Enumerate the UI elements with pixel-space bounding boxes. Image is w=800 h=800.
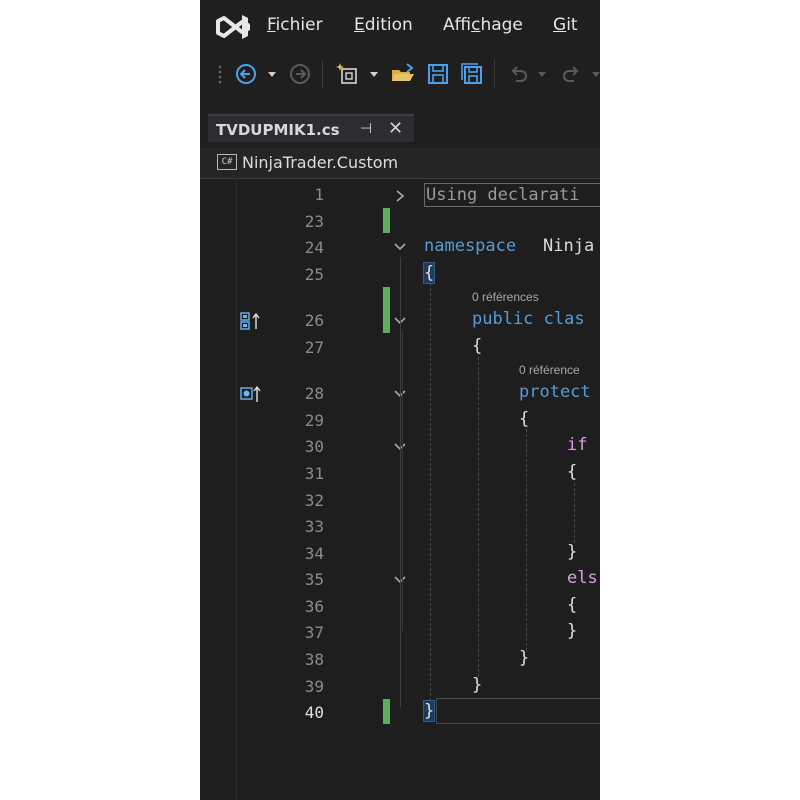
- else-close-brace: }: [567, 621, 578, 641]
- document-tab-bar: TVDUPMIK1.cs ⊣ ✕: [200, 112, 600, 144]
- codelens-references[interactable]: 0 référence: [519, 363, 580, 377]
- navigate-forward-icon[interactable]: [288, 62, 312, 86]
- navigate-back-icon[interactable]: [234, 62, 258, 86]
- if-keyword: if: [567, 435, 588, 455]
- dropdown-arrow-icon[interactable]: [536, 62, 548, 86]
- namespace-name: Ninja: [543, 236, 595, 256]
- line-number: 37: [304, 623, 324, 642]
- menu-edition[interactable]: Edition: [354, 15, 413, 35]
- menu-edition-label: dition: [364, 15, 413, 35]
- outline-region-line: [400, 257, 401, 707]
- method-declaration: protect: [519, 382, 591, 402]
- standard-toolbar: [200, 52, 600, 96]
- menu-git-mnemonic: G: [553, 15, 567, 35]
- namespace-open-brace: {: [422, 262, 436, 284]
- menu-fichier-label: ichier: [275, 15, 323, 35]
- line-number: 36: [304, 597, 324, 616]
- tab-title: TVDUPMIK1.cs: [216, 121, 340, 139]
- line-number: 29: [304, 411, 324, 430]
- menu-bar: Fichier Edition Affichage Git: [200, 0, 600, 52]
- line-number-current: 40: [304, 703, 324, 722]
- visual-studio-logo-icon: [216, 15, 250, 39]
- change-indicator: [383, 208, 390, 233]
- pin-icon[interactable]: ⊣: [360, 121, 372, 137]
- indent-guide: [430, 283, 431, 701]
- toolbar-separator: [322, 60, 323, 88]
- menu-affichage-label-end: hage: [480, 15, 523, 35]
- current-line-highlight: [436, 698, 600, 724]
- save-all-icon[interactable]: [460, 62, 484, 86]
- menu-fichier-mnemonic: F: [267, 15, 276, 35]
- csharp-file-icon: C#: [217, 154, 237, 170]
- project-dropdown-label: NinjaTrader.Custom: [242, 153, 399, 172]
- collapsed-region[interactable]: Using declarati: [424, 183, 600, 207]
- line-number: 30: [304, 437, 324, 456]
- change-indicator: [383, 287, 390, 333]
- line-number: 33: [304, 517, 324, 536]
- open-folder-icon[interactable]: [390, 62, 416, 86]
- line-number: 34: [304, 544, 324, 563]
- collapse-chevron-icon[interactable]: [394, 241, 406, 253]
- line-number: 26: [304, 311, 324, 330]
- close-icon[interactable]: ✕: [388, 118, 403, 139]
- expand-chevron-icon[interactable]: [394, 189, 406, 203]
- visual-studio-window: Fichier Edition Affichage Git TVDUPMIK1.…: [200, 0, 600, 800]
- namespace-keyword: namespace: [424, 236, 517, 256]
- menu-edition-mnemonic: E: [354, 15, 365, 35]
- tab-tvdupmik1[interactable]: TVDUPMIK1.cs ⊣ ✕: [208, 114, 414, 142]
- outline-region-line: [402, 331, 403, 631]
- redo-icon[interactable]: [560, 62, 584, 86]
- line-number: 27: [304, 338, 324, 357]
- else-keyword: els: [567, 568, 598, 588]
- else-open-brace: {: [567, 595, 578, 615]
- menu-affichage-label-start: Affi: [443, 15, 472, 35]
- dropdown-arrow-icon[interactable]: [590, 62, 600, 86]
- toolbar-separator: [494, 60, 495, 88]
- toolbar-grip-icon[interactable]: [216, 62, 224, 86]
- change-indicator: [383, 699, 390, 724]
- indent-guide: [478, 357, 479, 677]
- line-number: 23: [304, 212, 324, 231]
- line-number: 38: [304, 650, 324, 669]
- namespace-close-brace: }: [422, 700, 436, 722]
- undo-icon[interactable]: [506, 62, 530, 86]
- menu-affichage[interactable]: Affichage: [443, 15, 523, 35]
- line-number: 28: [304, 384, 324, 403]
- menu-fichier[interactable]: Fichier: [267, 15, 323, 35]
- code-editor[interactable]: 1 23 24 25 26 27 28 29 30 31 32 33 34 35…: [200, 179, 600, 800]
- class-open-brace: {: [472, 336, 483, 356]
- line-number: 31: [304, 464, 324, 483]
- menu-git-label: it: [566, 15, 578, 35]
- indent-guide: [526, 429, 527, 651]
- if-close-brace: }: [567, 542, 578, 562]
- line-number: 25: [304, 265, 324, 284]
- class-close-brace: }: [472, 675, 483, 695]
- line-number: 1: [314, 185, 324, 204]
- indent-guide: [574, 483, 575, 543]
- dropdown-arrow-icon[interactable]: [266, 62, 278, 86]
- line-number: 32: [304, 491, 324, 510]
- indicator-margin: [200, 179, 261, 800]
- line-number: 35: [304, 570, 324, 589]
- dropdown-arrow-icon[interactable]: [368, 62, 380, 86]
- class-declaration: public clas: [472, 309, 585, 329]
- line-number: 39: [304, 677, 324, 696]
- line-number: 24: [304, 238, 324, 257]
- new-project-icon[interactable]: [336, 62, 362, 86]
- collapsed-region-text: Using declarati: [426, 185, 580, 205]
- if-open-brace: {: [567, 462, 578, 482]
- menu-git[interactable]: Git: [553, 15, 578, 35]
- method-close-brace: }: [519, 648, 530, 668]
- method-open-brace: {: [519, 409, 530, 429]
- project-navigation-bar[interactable]: C# NinjaTrader.Custom: [200, 148, 600, 179]
- codelens-references[interactable]: 0 références: [472, 290, 539, 304]
- save-icon[interactable]: [426, 62, 450, 86]
